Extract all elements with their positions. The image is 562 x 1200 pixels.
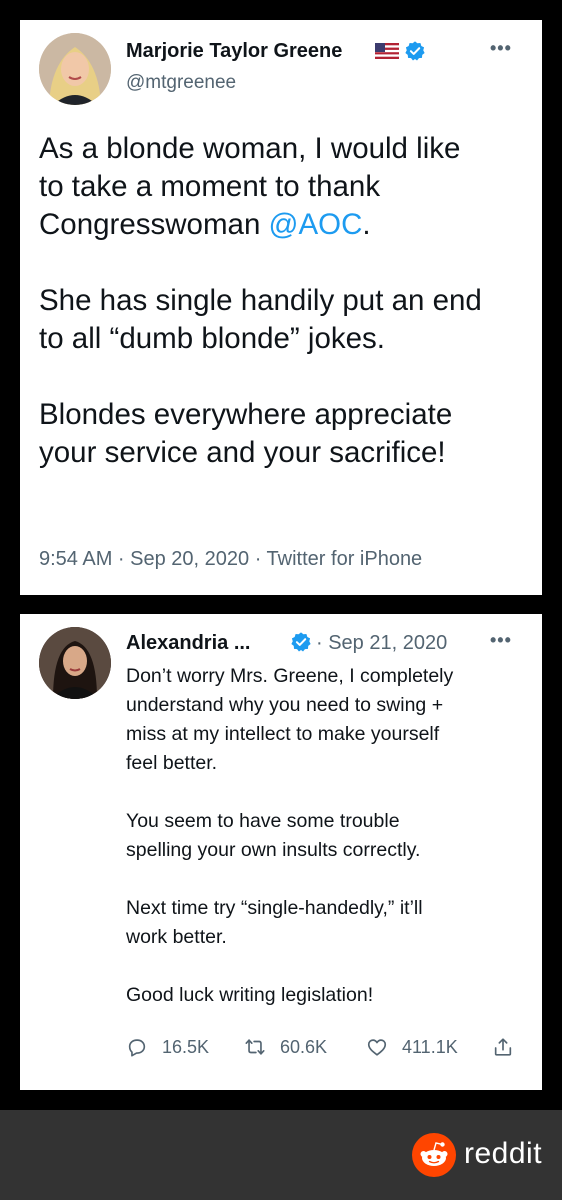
share-button[interactable] xyxy=(492,1032,514,1062)
tweet-paragraph: Good luck writing legislation! xyxy=(126,984,374,1006)
more-icon[interactable]: ••• xyxy=(490,630,512,651)
reddit-wordmark: reddit xyxy=(464,1137,543,1170)
tweet-paragraph: As a blonde woman, I would like to take … xyxy=(39,130,531,244)
tweet-paragraph: Don’t worry Mrs. Greene, I completely un… xyxy=(126,665,454,774)
tweet-text: Don’t worry Mrs. Greene, I completely un… xyxy=(126,662,526,1010)
heart-icon xyxy=(367,1039,387,1056)
tweet-author-name[interactable]: Marjorie Taylor Greene xyxy=(126,40,342,63)
mention-link[interactable]: @AOC xyxy=(269,208,363,241)
reddit-watermark-bar: reddit xyxy=(0,1110,562,1200)
avatar-greene[interactable] xyxy=(39,33,111,105)
tweet-paragraph: She has single handily put an end to all… xyxy=(39,284,482,355)
like-count: 411.1K xyxy=(402,1036,458,1057)
retweet-button[interactable]: 60.6K xyxy=(244,1032,327,1062)
tweet-card-greene[interactable]: Marjorie Taylor Greene @mtgreenee ••• As… xyxy=(20,20,542,595)
tweet-timestamp-source[interactable]: 9:54 AM · Sep 20, 2020 · Twitter for iPh… xyxy=(39,548,422,571)
reply-button[interactable]: 16.5K xyxy=(126,1032,209,1062)
tweet-text: As a blonde woman, I would like to take … xyxy=(39,130,531,472)
share-icon xyxy=(494,1038,512,1056)
reply-icon xyxy=(128,1039,146,1057)
us-flag-icon xyxy=(375,43,399,59)
tweet-card-aoc[interactable]: Alexandria ... · Sep 21, 2020 ••• Don’t … xyxy=(20,614,542,1090)
tweet-date[interactable]: · Sep 21, 2020 xyxy=(316,632,447,655)
tweet-action-bar: 16.5K 60.6K 411.1K xyxy=(126,1032,526,1062)
reply-count: 16.5K xyxy=(162,1036,210,1057)
tweet-paragraph: Blondes everywhere appreciate your servi… xyxy=(39,398,453,469)
retweet-count: 60.6K xyxy=(280,1036,328,1057)
tweet-text-segment: . xyxy=(362,208,371,241)
tweet-author-handle[interactable]: @mtgreenee xyxy=(126,72,236,94)
tweet-text-segment: As a blonde woman, I would like to take … xyxy=(39,132,461,241)
tweet-header: Alexandria ... xyxy=(126,632,251,655)
more-icon[interactable]: ••• xyxy=(490,38,512,59)
tweet-paragraph: You seem to have some trouble spelling y… xyxy=(126,810,421,861)
retweet-icon xyxy=(245,1039,265,1055)
avatar-aoc[interactable] xyxy=(39,627,111,699)
like-button[interactable]: 411.1K xyxy=(366,1032,458,1062)
tweet-author-name[interactable]: Alexandria ... xyxy=(126,632,251,654)
tweet-paragraph: Next time try “single-handedly,” it’ll w… xyxy=(126,897,423,948)
reddit-logo-icon xyxy=(412,1133,456,1177)
verified-badge-icon xyxy=(291,632,311,652)
screenshot-page: Marjorie Taylor Greene @mtgreenee ••• As… xyxy=(0,0,562,1200)
verified-badge-icon xyxy=(405,41,425,61)
